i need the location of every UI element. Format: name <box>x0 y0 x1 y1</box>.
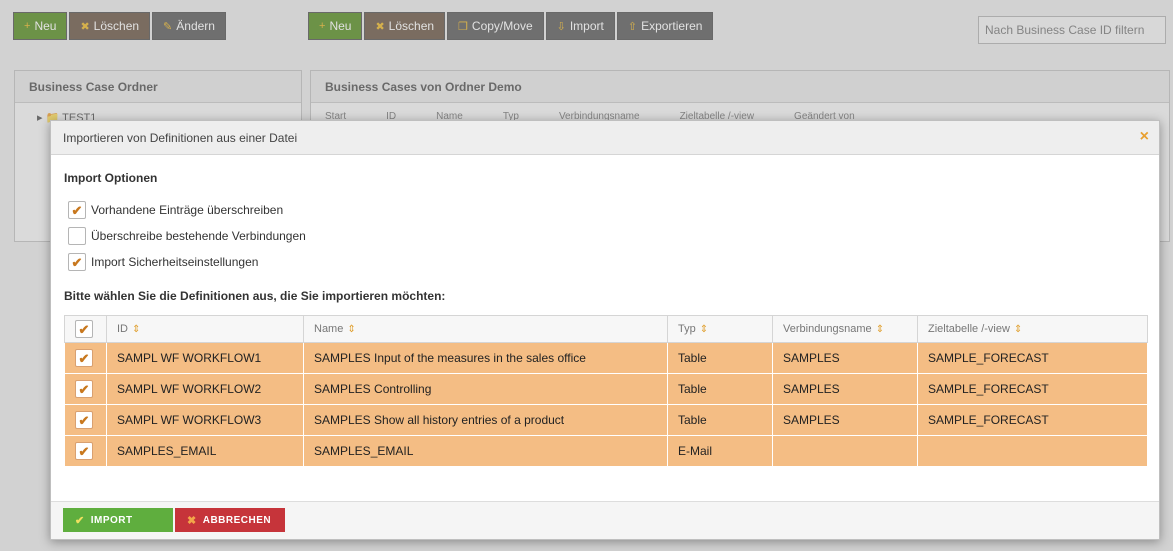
cell-connection: SAMPLES <box>772 342 918 374</box>
cell-id: SAMPLES_EMAIL <box>106 435 304 467</box>
definitions-table: ✔ ID ⇕ Name ⇕ Typ ⇕ Verbindungsname ⇕ Zielta… <box>64 315 1148 467</box>
dialog-body: Import Optionen ✔ Vorhandene Einträge üb… <box>51 155 1159 467</box>
close-icon[interactable]: × <box>1140 128 1149 146</box>
cell-type: Table <box>667 404 773 436</box>
overwrite-entries-label: Vorhandene Einträge überschreiben <box>91 203 284 217</box>
cell-connection: SAMPLES <box>772 373 918 405</box>
sort-icon: ⇕ <box>132 324 141 335</box>
cell-target: SAMPLE_FORECAST <box>917 373 1148 405</box>
row-checkbox[interactable]: ✔ <box>75 411 93 429</box>
checkmark-icon: ✔ <box>78 443 90 459</box>
option-import-security: ✔ Import Sicherheitseinstellungen <box>68 249 1146 275</box>
dialog-footer: ✔ IMPORT ✖ ABBRECHEN <box>51 501 1159 539</box>
import-dialog: Importieren von Definitionen aus einer D… <box>50 120 1160 540</box>
table-row[interactable]: ✔ SAMPL WF WORKFLOW1 SAMPLES Input of th… <box>64 342 1148 374</box>
table-header-row: ✔ ID ⇕ Name ⇕ Typ ⇕ Verbindungsname ⇕ Zielta… <box>64 315 1148 343</box>
row-checkbox[interactable]: ✔ <box>75 442 93 460</box>
cell-name: SAMPLES Show all history entries of a pr… <box>303 404 668 436</box>
header-id[interactable]: ID ⇕ <box>106 315 304 343</box>
cell-id: SAMPL WF WORKFLOW3 <box>106 404 304 436</box>
import-options-title: Import Optionen <box>64 171 158 185</box>
table-row[interactable]: ✔ SAMPL WF WORKFLOW3 SAMPLES Show all hi… <box>64 404 1148 436</box>
checkmark-icon: ✔ <box>71 202 83 218</box>
import-security-checkbox[interactable]: ✔ <box>68 253 86 271</box>
sort-icon: ⇕ <box>1013 324 1023 335</box>
checkmark-icon: ✔ <box>78 350 90 366</box>
checkmark-icon: ✔ <box>78 381 90 397</box>
dialog-header: Importieren von Definitionen aus einer D… <box>51 121 1159 155</box>
table-row[interactable]: ✔ SAMPLES_EMAIL SAMPLES_EMAIL E-Mail <box>64 435 1148 467</box>
cell-name: SAMPLES Controlling <box>303 373 668 405</box>
sort-icon: ⇕ <box>875 324 885 335</box>
cell-name: SAMPLES_EMAIL <box>303 435 668 467</box>
cell-type: Table <box>667 373 773 405</box>
cell-name: SAMPLES Input of the measures in the sal… <box>303 342 668 374</box>
cell-type: Table <box>667 342 773 374</box>
checkmark-icon: ✔ <box>78 321 90 337</box>
table-row[interactable]: ✔ SAMPL WF WORKFLOW2 SAMPLES Controlling… <box>64 373 1148 405</box>
import-security-label: Import Sicherheitseinstellungen <box>91 255 259 269</box>
overwrite-entries-checkbox[interactable]: ✔ <box>68 201 86 219</box>
checkmark-icon: ✔ <box>75 514 85 527</box>
cell-id: SAMPL WF WORKFLOW1 <box>106 342 304 374</box>
option-overwrite-connections: Überschreibe bestehende Verbindungen <box>68 223 1146 249</box>
row-checkbox[interactable]: ✔ <box>75 349 93 367</box>
cell-target <box>917 435 1148 467</box>
overwrite-connections-checkbox[interactable] <box>68 227 86 245</box>
header-type[interactable]: Typ ⇕ <box>667 315 773 343</box>
checkmark-icon: ✔ <box>71 254 83 270</box>
cancel-button[interactable]: ✖ ABBRECHEN <box>175 508 285 532</box>
checkmark-icon: ✔ <box>78 412 90 428</box>
dialog-title: Importieren von Definitionen aus einer D… <box>63 131 298 145</box>
option-overwrite-entries: ✔ Vorhandene Einträge überschreiben <box>68 197 1146 223</box>
select-all-checkbox[interactable]: ✔ <box>75 320 93 338</box>
cell-type: E-Mail <box>667 435 773 467</box>
select-all-header: ✔ <box>64 315 107 343</box>
cell-connection: SAMPLES <box>772 404 918 436</box>
import-button[interactable]: ✔ IMPORT <box>63 508 173 532</box>
header-name[interactable]: Name ⇕ <box>303 315 668 343</box>
header-connection[interactable]: Verbindungsname ⇕ <box>772 315 918 343</box>
cell-connection <box>772 435 918 467</box>
x-icon: ✖ <box>187 514 197 527</box>
row-checkbox[interactable]: ✔ <box>75 380 93 398</box>
sort-icon: ⇕ <box>347 324 356 335</box>
cell-target: SAMPLE_FORECAST <box>917 342 1148 374</box>
cell-id: SAMPL WF WORKFLOW2 <box>106 373 304 405</box>
cell-target: SAMPLE_FORECAST <box>917 404 1148 436</box>
sort-icon: ⇕ <box>699 324 709 335</box>
header-target[interactable]: Zieltabelle /-view ⇕ <box>917 315 1148 343</box>
select-definitions-title: Bitte wählen Sie die Definitionen aus, d… <box>64 289 446 303</box>
overwrite-connections-label: Überschreibe bestehende Verbindungen <box>91 229 306 243</box>
